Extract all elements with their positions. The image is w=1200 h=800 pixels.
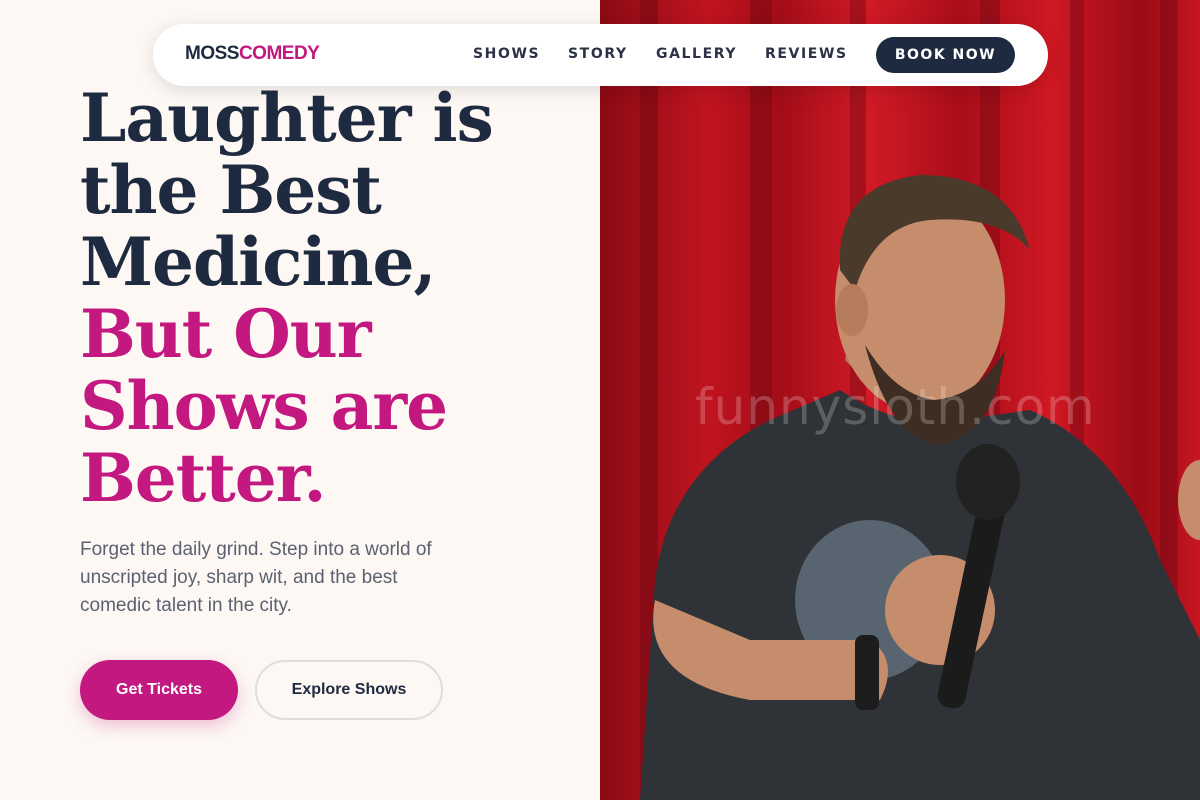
get-tickets-button[interactable]: Get Tickets — [80, 660, 238, 720]
book-now-button[interactable]: BOOK NOW — [876, 37, 1015, 73]
hero-subtitle: Forget the daily grind. Step into a worl… — [80, 536, 540, 620]
headline-line-accent: Better. — [80, 439, 326, 517]
subtitle-line: comedic talent in the city. — [80, 595, 292, 616]
nav-link-reviews[interactable]: REVIEWS — [765, 46, 848, 62]
site-logo[interactable]: MOSSCOMEDY — [185, 43, 320, 65]
subtitle-line: Forget the daily grind. Step into a worl… — [80, 539, 432, 560]
logo-part-comedy: COMEDY — [238, 43, 320, 64]
logo-part-moss: MOSS — [185, 43, 239, 64]
headline-line: Laughter is — [80, 79, 494, 157]
headline-line: the Best — [80, 151, 382, 229]
headline-line-accent: But Our — [80, 295, 371, 373]
nav-link-gallery[interactable]: GALLERY — [656, 46, 737, 62]
top-navigation: MOSSCOMEDY SHOWS STORY GALLERY REVIEWS B… — [153, 24, 1048, 86]
nav-link-shows[interactable]: SHOWS — [473, 46, 540, 62]
hero-headline: Laughter is the Best Medicine, But Our S… — [80, 82, 600, 514]
nav-link-story[interactable]: STORY — [568, 46, 628, 62]
headline-line-accent: Shows are — [80, 367, 448, 445]
hero-photo: funnysloth.com — [600, 0, 1200, 800]
explore-shows-button[interactable]: Explore Shows — [255, 660, 443, 720]
subtitle-line: unscripted joy, sharp wit, and the best — [80, 567, 398, 588]
watermark-text: funnysloth.com — [695, 378, 1096, 436]
headline-line: Medicine, — [80, 223, 436, 301]
